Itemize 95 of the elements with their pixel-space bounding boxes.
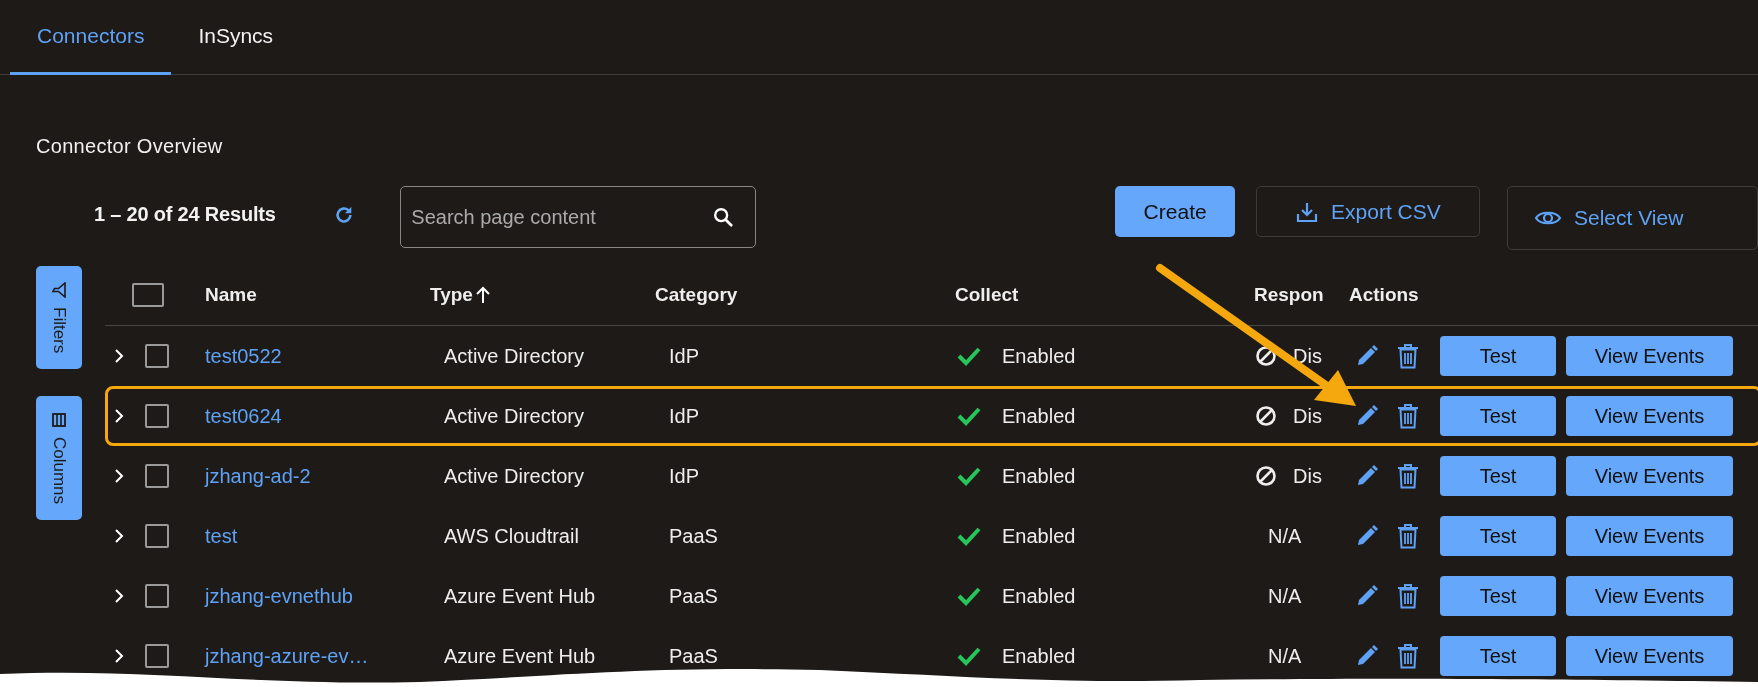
- checkbox[interactable]: [132, 283, 164, 307]
- connector-link[interactable]: jzhang-evnethub: [197, 584, 437, 608]
- pencil-icon[interactable]: [1355, 344, 1379, 368]
- chevron-icon[interactable]: [113, 648, 125, 664]
- type-cell-text: AWS Cloudtrail: [443, 524, 580, 548]
- type-cell-text: Azure Event Hub: [443, 644, 597, 668]
- column-header[interactable]: Collect: [947, 284, 1246, 306]
- trash-icon[interactable]: [1397, 403, 1419, 429]
- check-icon: [957, 586, 981, 606]
- connector-link[interactable]: test0522: [197, 344, 437, 368]
- response-status: Dis: [1293, 404, 1322, 428]
- checkbox[interactable]: [145, 524, 169, 548]
- trash-icon[interactable]: [1397, 583, 1419, 609]
- check-icon: [957, 406, 981, 426]
- connector-link[interactable]: test: [197, 524, 437, 548]
- type-cell-text: Azure Event Hub: [443, 584, 597, 608]
- check-icon: [957, 466, 981, 486]
- chevron-icon[interactable]: [113, 468, 125, 484]
- collect-status: Enabled: [1001, 584, 1077, 608]
- chevron-icon[interactable]: [113, 408, 125, 424]
- results-count: 1 – 20 of 24 Results: [94, 203, 277, 226]
- ban-icon: [1255, 405, 1277, 427]
- test-button[interactable]: Test: [1440, 516, 1556, 556]
- response-status: N/A: [1268, 584, 1302, 608]
- collect-status: Enabled: [1001, 644, 1077, 668]
- test-button[interactable]: Test: [1440, 636, 1556, 676]
- trash-icon[interactable]: [1397, 463, 1419, 489]
- pencil-icon[interactable]: [1355, 584, 1379, 608]
- test-button[interactable]: Test: [1440, 576, 1556, 616]
- view-events-button[interactable]: View Events: [1566, 516, 1733, 556]
- checkbox[interactable]: [145, 344, 169, 368]
- category-cell-text: PaaS: [668, 584, 719, 608]
- type-cell-text: Active Directory: [443, 464, 586, 488]
- trash-icon[interactable]: [1397, 343, 1419, 369]
- filter-icon: [51, 282, 67, 298]
- column-header[interactable]: Type: [430, 284, 473, 306]
- trash-icon[interactable]: [1397, 643, 1419, 669]
- test-button[interactable]: Test: [1440, 336, 1556, 376]
- ban-icon: [1255, 345, 1277, 367]
- tab[interactable]: Connectors: [10, 0, 172, 75]
- tab[interactable]: InSyncs: [171, 0, 301, 75]
- columns-button[interactable]: Columns: [36, 396, 82, 521]
- view-events-button[interactable]: View Events: [1566, 336, 1733, 376]
- checkbox[interactable]: [145, 644, 169, 668]
- pencil-icon[interactable]: [1355, 644, 1379, 668]
- check-icon: [957, 646, 981, 666]
- response-status: Dis: [1293, 464, 1322, 488]
- check-icon: [957, 346, 981, 366]
- collect-status: Enabled: [1001, 524, 1077, 548]
- column-header[interactable]: Respon: [1246, 284, 1341, 306]
- chevron-icon[interactable]: [113, 348, 125, 364]
- category-cell-text: IdP: [668, 344, 701, 368]
- column-header[interactable]: Category: [647, 284, 947, 306]
- connector-link[interactable]: jzhang-ad-2: [197, 464, 437, 488]
- connector-link[interactable]: jzhang-azure-ev…: [197, 644, 437, 668]
- category-cell-text: PaaS: [668, 524, 719, 548]
- create-button[interactable]: Create: [1115, 186, 1235, 237]
- section-title: Connector Overview: [36, 135, 223, 157]
- response-status: N/A: [1268, 524, 1302, 548]
- chevron-icon[interactable]: [113, 588, 125, 604]
- column-header[interactable]: Name: [197, 284, 422, 306]
- type-cell-text: Active Directory: [443, 344, 586, 368]
- view-events-button[interactable]: View Events: [1566, 576, 1733, 616]
- search-icon[interactable]: [712, 206, 735, 228]
- pencil-icon[interactable]: [1355, 524, 1379, 548]
- filters-button[interactable]: Filters: [36, 266, 82, 370]
- checkbox[interactable]: [145, 404, 169, 428]
- checkbox[interactable]: [145, 464, 169, 488]
- checkbox[interactable]: [145, 584, 169, 608]
- type-cell-text: Active Directory: [443, 404, 586, 428]
- trash-icon[interactable]: [1397, 523, 1419, 549]
- category-cell-text: IdP: [668, 464, 701, 488]
- pencil-icon[interactable]: [1355, 464, 1379, 488]
- response-status: N/A: [1268, 644, 1302, 668]
- view-events-button[interactable]: View Events: [1566, 396, 1733, 436]
- ban-icon: [1255, 465, 1277, 487]
- columns-icon: [51, 412, 67, 429]
- search-field[interactable]: Search page content: [400, 186, 757, 248]
- check-icon: [957, 526, 981, 546]
- select-view-button[interactable]: Select View: [1507, 186, 1758, 250]
- collect-status: Enabled: [1001, 344, 1077, 368]
- test-button[interactable]: Test: [1440, 396, 1556, 436]
- sort-up-icon[interactable]: [474, 286, 491, 304]
- connector-link[interactable]: test0624: [197, 404, 437, 428]
- pencil-icon[interactable]: [1355, 404, 1379, 428]
- category-cell-text: PaaS: [668, 644, 719, 668]
- view-events-button[interactable]: View Events: [1566, 636, 1733, 676]
- export-button[interactable]: Export CSV: [1255, 186, 1480, 237]
- column-header[interactable]: Actions: [1341, 284, 1641, 306]
- view-events-button[interactable]: View Events: [1566, 456, 1733, 496]
- category-cell-text: IdP: [668, 404, 701, 428]
- collect-status: Enabled: [1001, 404, 1077, 428]
- chevron-icon[interactable]: [113, 528, 125, 544]
- test-button[interactable]: Test: [1440, 456, 1556, 496]
- collect-status: Enabled: [1001, 464, 1077, 488]
